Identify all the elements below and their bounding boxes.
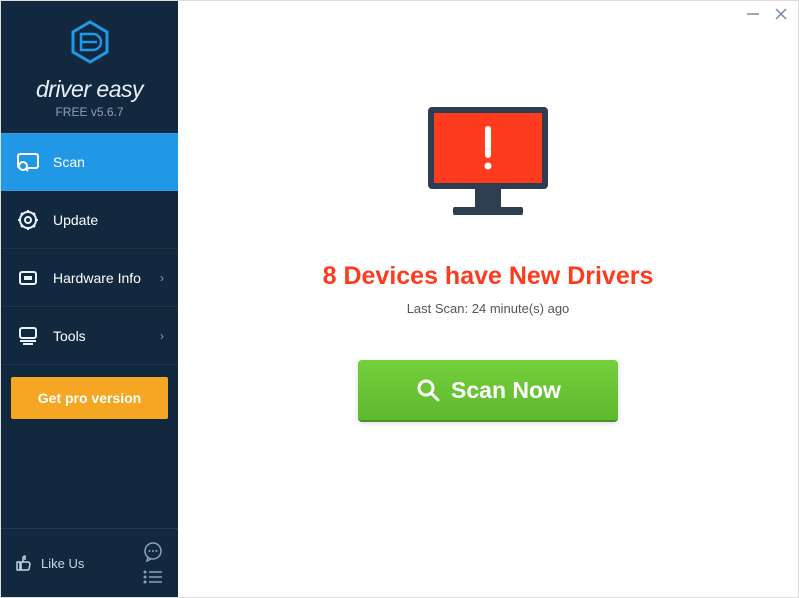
get-pro-button[interactable]: Get pro version	[11, 377, 168, 419]
brand-version: FREE v5.6.7	[1, 105, 178, 119]
tools-icon	[17, 325, 39, 347]
logo-icon	[67, 19, 113, 65]
titlebar	[178, 1, 798, 21]
scan-button-label: Scan Now	[451, 377, 561, 404]
bottom-icons	[142, 541, 164, 585]
search-icon	[415, 377, 441, 403]
nav-item-tools[interactable]: Tools ›	[1, 307, 178, 365]
close-button[interactable]	[774, 7, 788, 21]
scan-result-headline: 8 Devices have New Drivers	[323, 262, 654, 291]
monitor-alert-icon	[413, 101, 563, 236]
nav-item-update[interactable]: Update	[1, 191, 178, 249]
nav-label: Scan	[53, 154, 85, 170]
nav: Scan Update Hardware Info › Tools › Get …	[1, 133, 178, 528]
nav-label: Tools	[53, 328, 86, 344]
sidebar: driver easy FREE v5.6.7 Scan Update Hard…	[1, 1, 178, 597]
menu-list-icon[interactable]	[142, 569, 164, 585]
hardware-icon	[17, 267, 39, 289]
chevron-right-icon: ›	[160, 271, 164, 285]
last-scan-label: Last Scan: 24 minute(s) ago	[407, 301, 570, 316]
thumbs-up-icon	[15, 554, 33, 572]
like-label: Like Us	[41, 556, 84, 571]
nav-item-scan[interactable]: Scan	[1, 133, 178, 191]
scan-icon	[17, 151, 39, 173]
nav-item-hardware-info[interactable]: Hardware Info ›	[1, 249, 178, 307]
content: 8 Devices have New Drivers Last Scan: 24…	[178, 21, 798, 597]
nav-label: Update	[53, 212, 98, 228]
like-us-button[interactable]: Like Us	[15, 554, 84, 572]
gear-icon	[17, 209, 39, 231]
scan-now-button[interactable]: Scan Now	[358, 360, 618, 420]
bottom-bar: Like Us	[1, 528, 178, 597]
logo-area: driver easy FREE v5.6.7	[1, 1, 178, 133]
brand-name: driver easy	[1, 76, 178, 103]
feedback-icon[interactable]	[142, 541, 164, 563]
nav-label: Hardware Info	[53, 270, 141, 286]
minimize-button[interactable]	[746, 7, 760, 21]
main-panel: 8 Devices have New Drivers Last Scan: 24…	[178, 1, 798, 597]
chevron-right-icon: ›	[160, 329, 164, 343]
